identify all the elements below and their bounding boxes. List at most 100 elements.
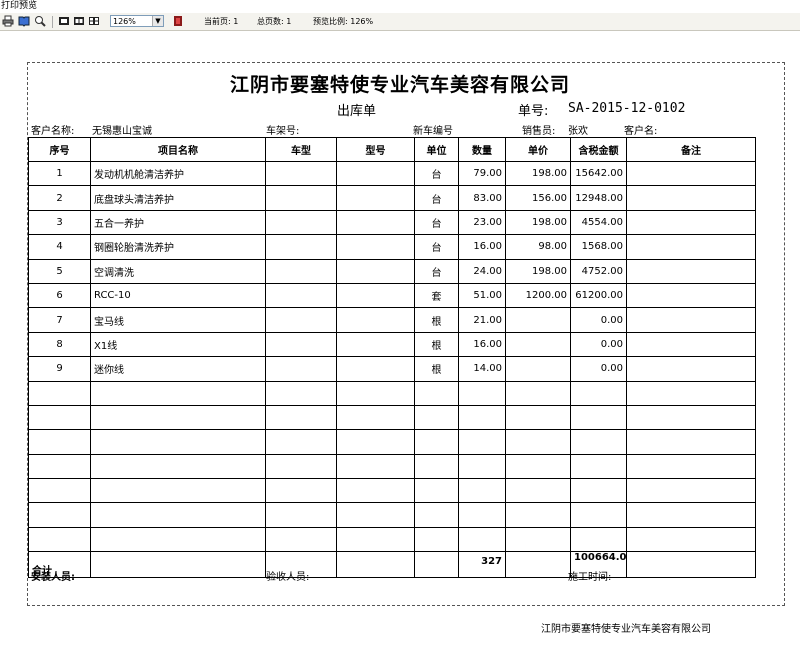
zoom-select[interactable]: 126% ▼: [110, 15, 164, 27]
cell-model: [336, 234, 415, 260]
toolbar: 126% ▼ 当前页: 1 总页数: 1 预览比例: 126%: [0, 13, 800, 31]
cell-car: [265, 429, 337, 455]
cell-price: [505, 429, 571, 455]
cell-remark: [626, 404, 756, 431]
cell-model: [336, 331, 415, 358]
total-cell: [90, 551, 266, 579]
cell-qty: 16.00: [458, 331, 506, 358]
zoom-icon[interactable]: [34, 15, 46, 28]
table-row: [28, 478, 756, 504]
cell-name: X1线: [90, 331, 266, 358]
cell-price: 198.00: [505, 209, 571, 236]
cell-model: [336, 502, 415, 528]
cell-amount: [570, 502, 627, 528]
cell-qty: 16.00: [458, 234, 506, 260]
cell-name: 迷你线: [90, 356, 266, 382]
cell-qty: 51.00: [458, 282, 506, 309]
cell-remark: [626, 185, 756, 211]
cell-no: 8: [28, 331, 91, 358]
cell-amount: 0.00: [570, 356, 627, 382]
table-row: 1 发动机机舱清洁养护 台 79.00 198.00 15642.00: [28, 160, 756, 187]
cell-car: [265, 160, 337, 187]
column-header: 单位: [414, 137, 459, 162]
cell-remark: [626, 453, 756, 480]
column-header: 单价: [505, 137, 571, 162]
cell-unit: 根: [414, 331, 459, 358]
cell-price: 1200.00: [505, 282, 571, 309]
cell-car: [265, 502, 337, 528]
cell-remark: [626, 258, 756, 284]
cell-model: [336, 307, 415, 333]
customer-label: 客户名:: [624, 126, 658, 137]
cell-qty: [458, 526, 506, 553]
cell-no: 4: [28, 234, 91, 260]
doc-no-value: SA-2015-12-0102: [568, 101, 686, 116]
cell-remark: [626, 282, 756, 309]
cell-car: [265, 356, 337, 382]
exit-icon[interactable]: [172, 15, 184, 28]
cell-model: [336, 380, 415, 406]
work-time-label: 施工时间:: [568, 572, 612, 583]
column-header: 数量: [458, 137, 506, 162]
cell-car: [265, 526, 337, 553]
cell-qty: [458, 429, 506, 455]
cell-amount: [570, 526, 627, 553]
current-page-label: 当前页: 1: [204, 17, 239, 26]
chevron-down-icon[interactable]: ▼: [152, 16, 163, 26]
cell-unit: 根: [414, 307, 459, 333]
total-pages-label: 总页数: 1: [257, 17, 292, 26]
cell-price: [505, 331, 571, 358]
cell-no: [28, 453, 91, 480]
cell-qty: 24.00: [458, 258, 506, 284]
cell-unit: [414, 453, 459, 480]
cell-remark: [626, 209, 756, 236]
cell-no: [28, 380, 91, 406]
cell-unit: 根: [414, 356, 459, 382]
cell-price: [505, 478, 571, 504]
multi-page-icon[interactable]: [88, 15, 100, 28]
window-title: 打印预览: [0, 0, 800, 13]
cell-unit: 台: [414, 160, 459, 187]
cell-car: [265, 234, 337, 260]
book-icon[interactable]: [18, 15, 30, 28]
cell-price: [505, 404, 571, 431]
cell-unit: 台: [414, 185, 459, 211]
cell-model: [336, 429, 415, 455]
cell-no: 3: [28, 209, 91, 236]
cell-qty: [458, 380, 506, 406]
cell-qty: [458, 478, 506, 504]
column-header: 型号: [336, 137, 415, 162]
table-row: [28, 502, 756, 528]
cell-car: [265, 185, 337, 211]
table-row: [28, 404, 756, 431]
cell-unit: 台: [414, 209, 459, 236]
cell-no: 7: [28, 307, 91, 333]
total-cell: [414, 551, 459, 579]
cell-price: 156.00: [505, 185, 571, 211]
cell-qty: 79.00: [458, 160, 506, 187]
table-row: 2 底盘球头清洁养护 台 83.00 156.00 12948.00: [28, 185, 756, 211]
cell-price: [505, 526, 571, 553]
cell-qty: 23.00: [458, 209, 506, 236]
column-header: 序号: [28, 137, 91, 162]
customer-name-value: 无锡惠山宝诚: [92, 126, 152, 137]
preview-ratio-label: 预览比例: 126%: [313, 17, 374, 26]
two-page-icon[interactable]: [73, 15, 85, 28]
customer-name-label: 客户名称:: [31, 126, 75, 137]
cell-amount: 12948.00: [570, 185, 627, 211]
installer-label: 安装人员:: [31, 572, 75, 583]
cell-no: 5: [28, 258, 91, 284]
doc-no-label: 单号:: [518, 104, 549, 119]
cell-price: 198.00: [505, 258, 571, 284]
cell-remark: [626, 502, 756, 528]
table-row: 6 RCC-10 套 51.00 1200.00 61200.00: [28, 282, 756, 309]
cell-amount: 0.00: [570, 331, 627, 358]
single-page-icon[interactable]: [58, 15, 70, 28]
cell-car: [265, 307, 337, 333]
cell-model: [336, 160, 415, 187]
cell-model: [336, 258, 415, 284]
table-row: [28, 380, 756, 406]
cell-car: [265, 404, 337, 431]
cell-model: [336, 526, 415, 553]
print-icon[interactable]: [2, 15, 14, 28]
